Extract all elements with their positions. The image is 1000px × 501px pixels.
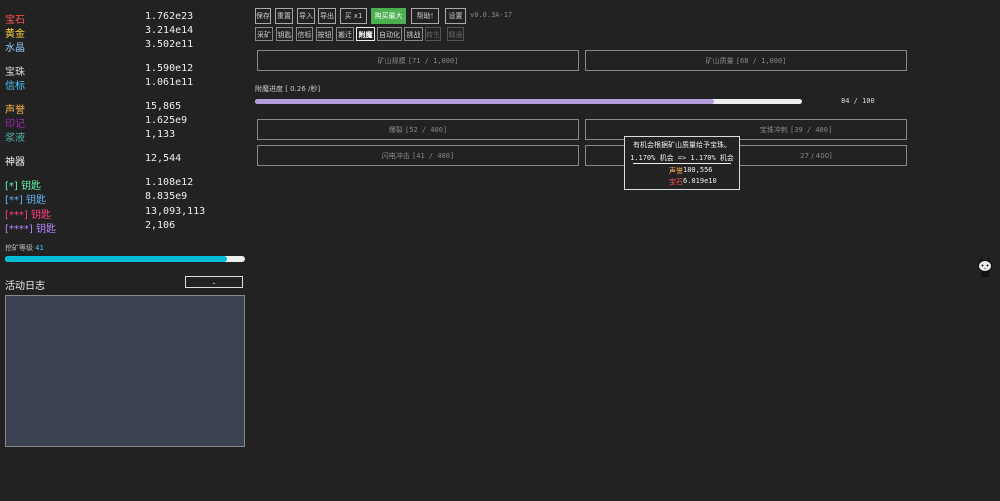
tab-3[interactable]: 按钮 (316, 27, 333, 41)
activity-log[interactable] (5, 295, 245, 447)
tab-7[interactable]: 挑战 (404, 27, 423, 41)
tooltip-cost-name: 声誉 (669, 167, 683, 175)
mining-level-value: 41 (35, 244, 44, 252)
save-button[interactable]: 保存 (255, 8, 271, 24)
resource-row: 信标 1.061e11 (5, 77, 245, 92)
enchant-cost: 27 / 400] (800, 152, 832, 160)
resource-value: 1.061e11 (145, 77, 194, 88)
tooltip-description: 有机会根据矿山质量给予宝珠。 (633, 141, 731, 149)
tooltip-cost-value: 180,556 (683, 166, 713, 174)
resource-value: 15,865 (145, 101, 182, 112)
resource-name: 神器 (5, 157, 25, 168)
resource-name: 水晶 (5, 43, 25, 54)
enchant-progress-bar (255, 99, 802, 104)
mining-progress-bar (5, 256, 245, 262)
enchant-cost: [39 / 400] (790, 126, 833, 134)
reset-button[interactable]: 重置 (275, 8, 293, 24)
resource-name: [***] 钥匙 (5, 210, 51, 221)
enchant-name: 宝珠冲刺 (759, 126, 788, 134)
enchant-progress-label: 附魔进度 [ 0.26 /秒] (255, 85, 321, 93)
buy-amount-button[interactable]: 买 x1 (340, 8, 367, 24)
tab-5[interactable]: 附魔 (356, 27, 375, 41)
resource-row: [**] 钥匙 8.835e9 (5, 191, 245, 206)
tooltip-cost-value: 6.019e10 (683, 177, 717, 185)
resource-name: 信标 (5, 81, 25, 92)
enchant-progress-fill (255, 99, 715, 104)
resource-row: [*] 钥匙 1.108e12 (5, 177, 245, 192)
resource-value: 13,093,113 (145, 206, 206, 217)
resource-value: 1.762e23 (145, 11, 194, 22)
version-label: v0.0.3A-17 (470, 11, 513, 19)
resource-row: 声誉 15,865 (5, 101, 245, 116)
resource-value: 3.502e11 (145, 39, 194, 50)
resource-value: 1,133 (145, 129, 176, 140)
resource-name: [*] 钥匙 (5, 181, 41, 192)
tooltip-divider (633, 163, 731, 164)
enchant-tooltip: 有机会根据矿山质量给予宝珠。 1.170% 机会 => 1.170% 机会 声誉… (624, 136, 740, 190)
help-button[interactable]: 帮助! (411, 8, 439, 24)
resource-name: 黄金 (5, 29, 25, 40)
resource-value: 3.214e14 (145, 25, 194, 36)
mining-progress-fill (5, 256, 227, 262)
enchant-lightning-strike[interactable]: 闪电冲击 [41 / 400] (257, 145, 579, 166)
resource-name: 宝珠 (5, 67, 25, 78)
settings-button[interactable]: 设置 (445, 8, 466, 24)
resource-row: [****] 钥匙 2,106 (5, 220, 245, 235)
resource-name: 声誉 (5, 105, 25, 116)
upgrade-cost: [68 / 1,000] (735, 57, 787, 65)
export-button[interactable]: 导出 (318, 8, 336, 24)
enchant-name: 闪电冲击 (381, 152, 410, 160)
buy-max-button[interactable]: 购买最大 (371, 8, 406, 24)
tooltip-cost-name: 宝石 (669, 178, 683, 186)
cat-icon[interactable] (977, 256, 993, 278)
tooltip-chance: 1.170% 机会 => 1.170% 机会 (630, 154, 734, 162)
resource-name: 宝石 (5, 15, 25, 26)
resource-row: 神器 12,544 (5, 153, 245, 168)
tab-9[interactable]: 精通 (447, 27, 464, 41)
resource-value: 1.108e12 (145, 177, 194, 188)
resource-value: 2,106 (145, 220, 176, 231)
enchant-progress-count: 84 / 100 (841, 97, 875, 105)
mining-level-label: 挖矿等级 41 (5, 243, 44, 253)
resource-value: 12,544 (145, 153, 182, 164)
resource-row: [***] 钥匙 13,093,113 (5, 206, 245, 221)
tab-2[interactable]: 信标 (296, 27, 313, 41)
resource-name: [**] 钥匙 (5, 195, 46, 206)
activity-log-title: 活动日志 (5, 281, 45, 292)
tab-1[interactable]: 钥匙 (276, 27, 293, 41)
enchant-cost: [52 / 400] (405, 126, 448, 134)
import-button[interactable]: 导入 (297, 8, 315, 24)
resource-row: 宝石 1.762e23 (5, 11, 245, 26)
resource-row: 黄金 3.214e14 (5, 25, 245, 40)
upgrade-mine-quality[interactable]: 矿山质量 [68 / 1,000] (585, 50, 907, 71)
resource-name: 浆液 (5, 133, 25, 144)
enchant-burst[interactable]: 爆裂 [52 / 400] (257, 119, 579, 140)
upgrade-cost: [71 / 1,000] (407, 57, 459, 65)
tab-0[interactable]: 采矿 (255, 27, 273, 41)
tab-6[interactable]: 自动化 (377, 27, 402, 41)
enchant-cost: [41 / 400] (412, 152, 455, 160)
resource-row: 浆液 1,133 (5, 129, 245, 144)
resource-value: 1.590e12 (145, 63, 194, 74)
upgrade-name: 矿山规模 (377, 57, 406, 65)
resource-name: [****] 钥匙 (5, 224, 56, 235)
resource-value: 8.835e9 (145, 191, 188, 202)
activity-log-toggle-button[interactable]: - (185, 276, 243, 288)
resource-value: 1.625e9 (145, 115, 188, 126)
resource-row: 印记 1.625e9 (5, 115, 245, 130)
resource-row: 水晶 3.502e11 (5, 39, 245, 54)
enchant-name: 爆裂 (388, 126, 403, 134)
tab-4[interactable]: 搬迁 (336, 27, 354, 41)
mining-level-text: 挖矿等级 (5, 244, 33, 252)
tab-8[interactable]: 转生 (425, 27, 441, 41)
upgrade-name: 矿山质量 (705, 57, 734, 65)
upgrade-mine-size[interactable]: 矿山规模 [71 / 1,000] (257, 50, 579, 71)
resource-name: 印记 (5, 119, 25, 130)
resource-row: 宝珠 1.590e12 (5, 63, 245, 78)
